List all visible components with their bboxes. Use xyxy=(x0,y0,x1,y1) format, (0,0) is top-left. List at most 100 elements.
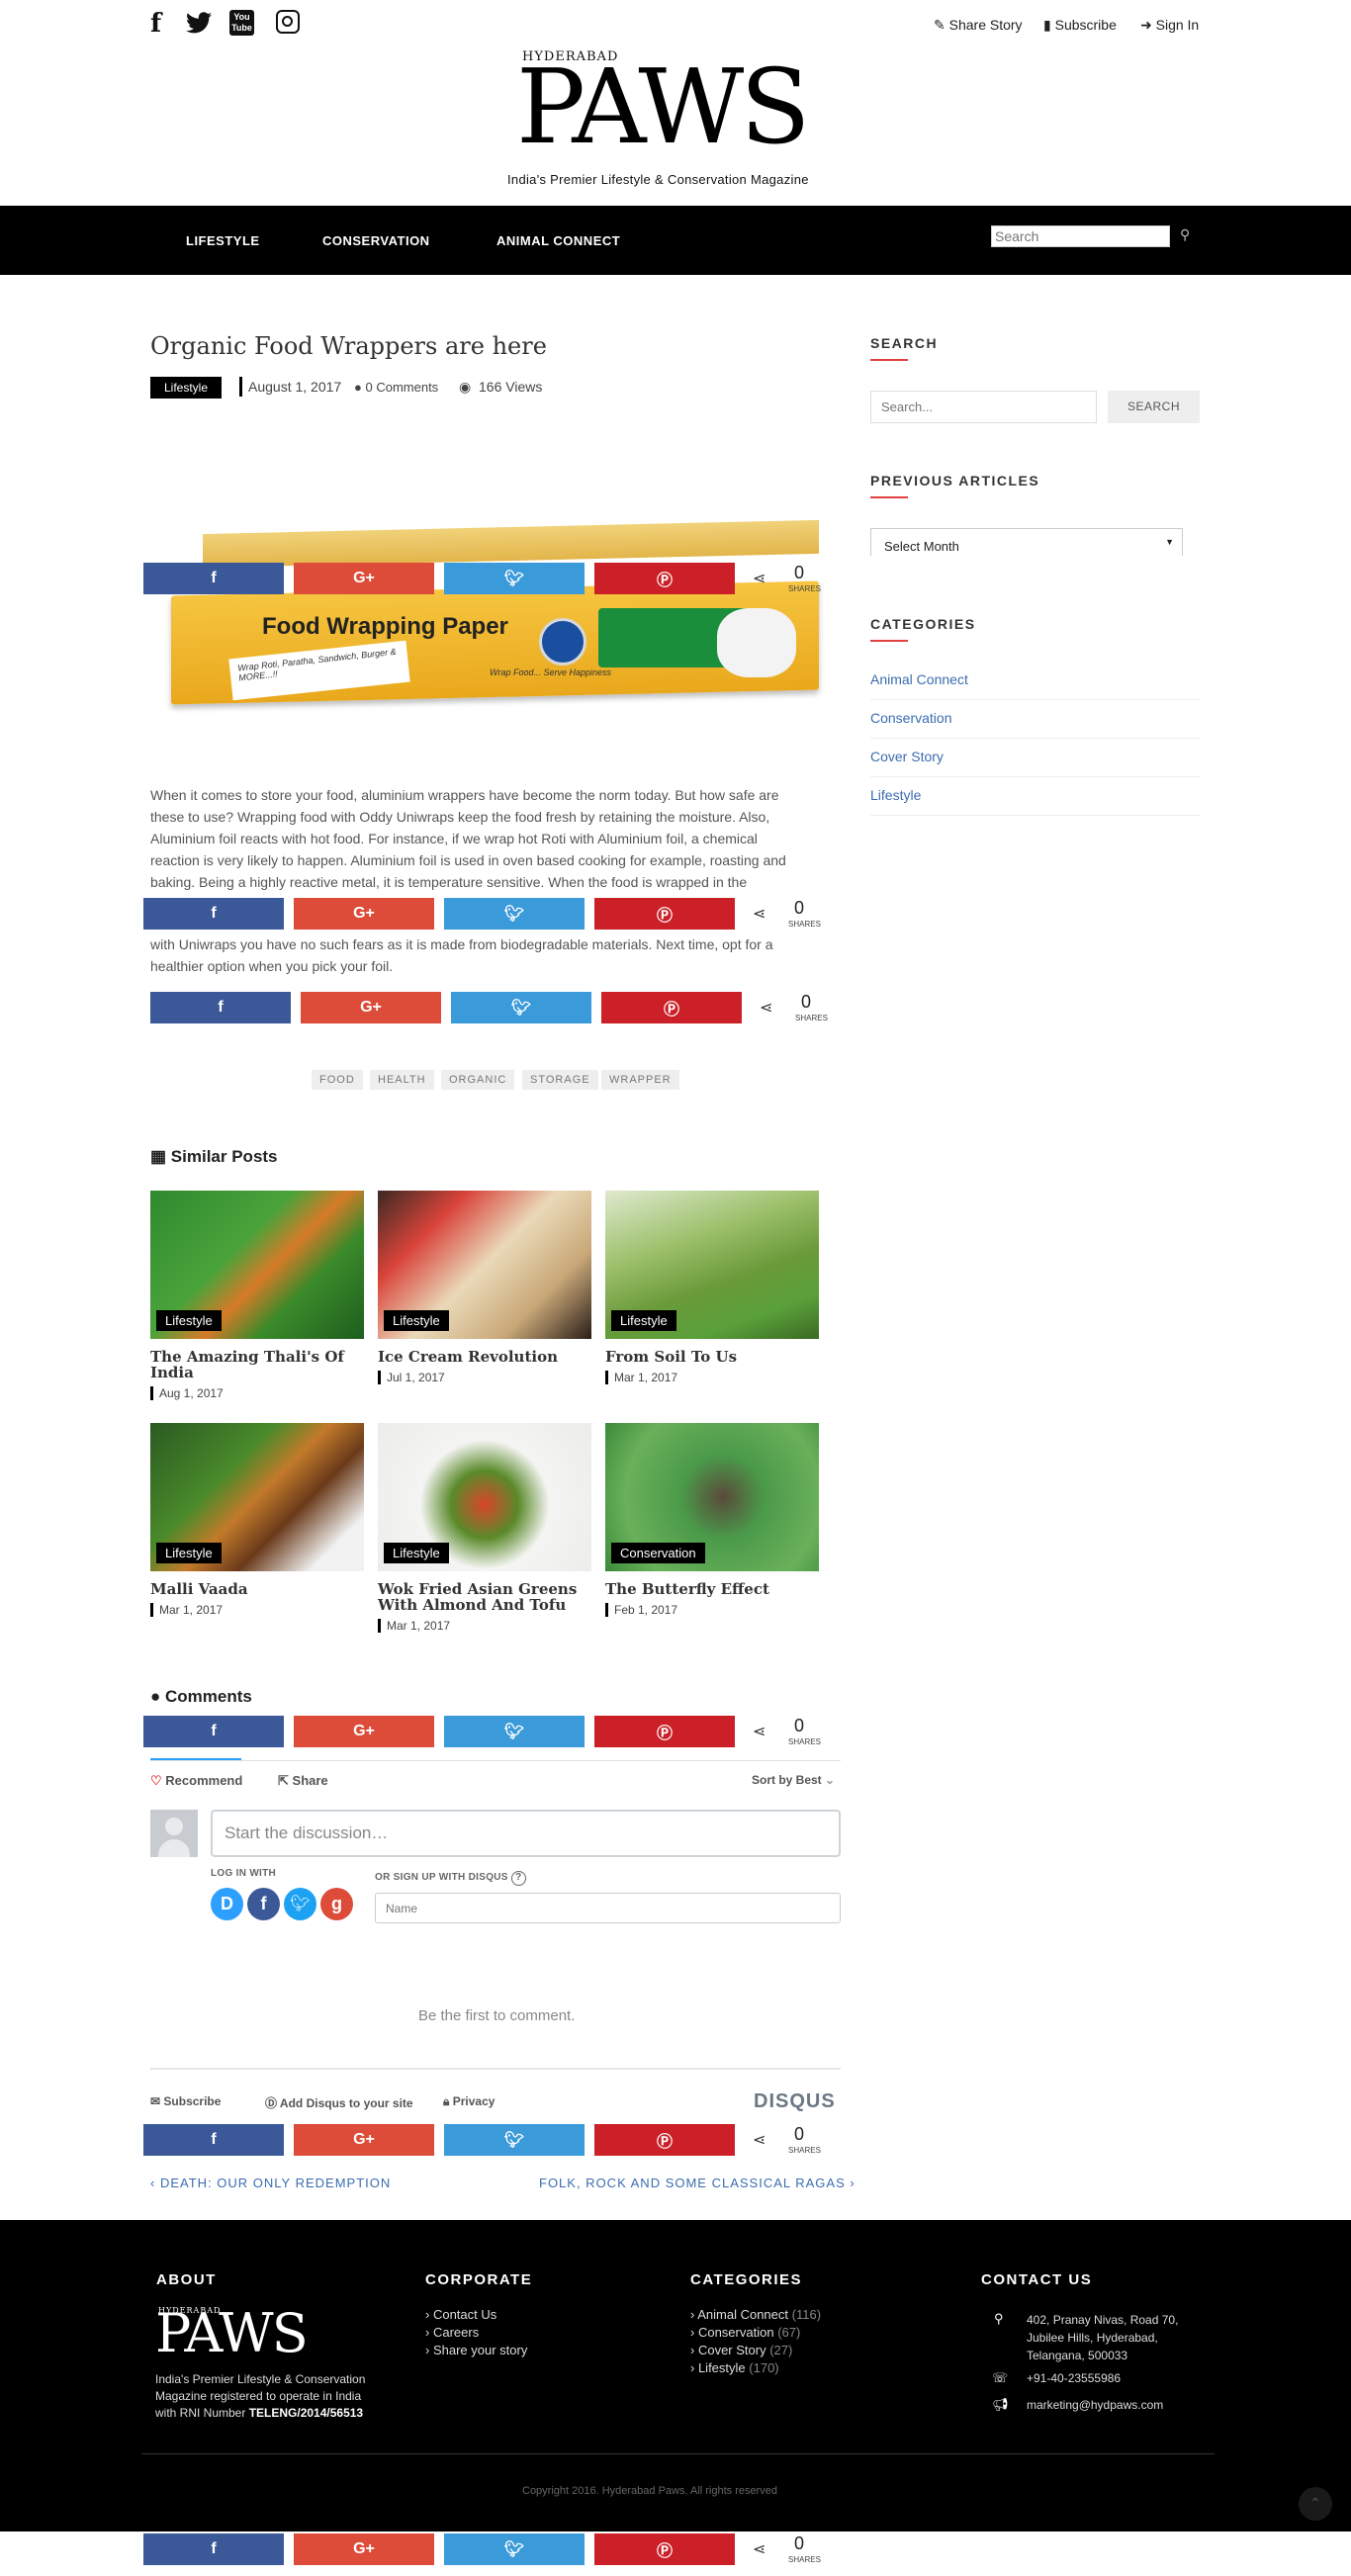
google-plus-share-button[interactable]: G+ xyxy=(294,898,434,930)
sidebar-category-cover-story[interactable]: Cover Story xyxy=(870,749,1201,777)
footer-link-careers[interactable]: › Careers xyxy=(425,2325,479,2340)
sidebar-category-lifestyle[interactable]: Lifestyle xyxy=(870,787,1201,816)
post-thumbnail[interactable]: Lifestyle xyxy=(378,1191,591,1339)
footer-category-animal-connect[interactable]: › Animal Connect (116) xyxy=(690,2307,821,2322)
facebook-login-icon[interactable]: f xyxy=(247,1888,280,1920)
sidebar-search-button[interactable]: SEARCH xyxy=(1108,391,1200,423)
post-title[interactable]: Malli Vaada xyxy=(150,1581,364,1597)
twitter-share-button[interactable]: 🐦︎ xyxy=(444,1716,585,1747)
twitter-share-button[interactable]: 🐦︎ xyxy=(444,2124,585,2156)
name-input[interactable] xyxy=(375,1893,841,1923)
privacy-link[interactable]: 🔒︎ Privacy xyxy=(443,2094,495,2109)
pinterest-share-button[interactable]: Ⓟ xyxy=(594,2124,735,2156)
google-plus-share-button[interactable]: G+ xyxy=(294,2124,434,2156)
post-category[interactable]: Conservation xyxy=(611,1543,705,1563)
facebook-share-button[interactable]: f xyxy=(143,2533,284,2565)
post-category[interactable]: Lifestyle xyxy=(384,1543,449,1563)
sidebar-search-input[interactable] xyxy=(870,391,1097,423)
similar-post[interactable]: Lifestyle Ice Cream Revolution Jul 1, 20… xyxy=(378,1191,591,1384)
footer-link-contact[interactable]: › Contact Us xyxy=(425,2307,496,2322)
similar-post[interactable]: Lifestyle Malli Vaada Mar 1, 2017 xyxy=(150,1423,364,1617)
footer-logo[interactable]: PAWS xyxy=(155,2302,309,2365)
facebook-share-button[interactable]: f xyxy=(143,2124,284,2156)
sidebar-category-animal-connect[interactable]: Animal Connect xyxy=(870,671,1201,700)
pinterest-share-button[interactable]: Ⓟ xyxy=(594,2533,735,2565)
google-plus-share-button[interactable]: G+ xyxy=(294,2533,434,2565)
sign-in-link[interactable]: ➜ Sign In xyxy=(1140,17,1199,34)
search-icon[interactable]: ⚲ xyxy=(1180,226,1190,243)
similar-post[interactable]: Conservation The Butterfly Effect Feb 1,… xyxy=(605,1423,819,1617)
footer-link-share-story[interactable]: › Share your story xyxy=(425,2343,527,2357)
google-plus-share-button[interactable]: G+ xyxy=(301,992,441,1023)
month-select[interactable]: Select Month ▼ xyxy=(870,528,1183,556)
sort-dropdown[interactable]: Sort by Best ⌄ xyxy=(752,1773,835,1787)
tag-wrapper[interactable]: WRAPPER xyxy=(601,1070,679,1090)
facebook-share-button[interactable]: f xyxy=(143,1716,284,1747)
similar-post[interactable]: Lifestyle The Amazing Thali's Of India A… xyxy=(150,1191,364,1400)
help-icon[interactable]: ? xyxy=(510,1871,526,1886)
tag-food[interactable]: FOOD xyxy=(312,1070,363,1090)
post-thumbnail[interactable]: Lifestyle xyxy=(378,1423,591,1571)
share-story-link[interactable]: ✎ Share Story xyxy=(934,17,1023,34)
post-category[interactable]: Lifestyle xyxy=(156,1543,222,1563)
logo[interactable]: PAWS xyxy=(516,47,810,166)
post-title[interactable]: The Amazing Thali's Of India xyxy=(150,1349,364,1380)
article-comments[interactable]: ● 0 Comments xyxy=(354,380,438,395)
nav-animal-connect[interactable]: ANIMAL CONNECT xyxy=(496,233,620,248)
similar-post[interactable]: Lifestyle Wok Fried Asian Greens With Al… xyxy=(378,1423,591,1633)
post-category[interactable]: Lifestyle xyxy=(156,1310,222,1331)
disqus-logo[interactable]: DISQUS xyxy=(754,2090,836,2113)
post-title[interactable]: Ice Cream Revolution xyxy=(378,1349,591,1365)
add-disqus-link[interactable]: Ⓓ Add Disqus to your site xyxy=(265,2094,413,2111)
recommend-button[interactable]: ♡ Recommend xyxy=(150,1773,242,1789)
footer-category-cover-story[interactable]: › Cover Story (27) xyxy=(690,2343,792,2357)
article-category-badge[interactable]: Lifestyle xyxy=(150,377,223,399)
sidebar-category-conservation[interactable]: Conservation xyxy=(870,710,1201,739)
google-plus-share-button[interactable]: G+ xyxy=(294,563,434,594)
instagram-icon[interactable] xyxy=(276,10,300,34)
post-thumbnail[interactable]: Lifestyle xyxy=(150,1423,364,1571)
pinterest-share-button[interactable]: Ⓟ xyxy=(594,1716,735,1747)
post-category[interactable]: Lifestyle xyxy=(384,1310,449,1331)
google-login-icon[interactable]: g xyxy=(320,1888,353,1920)
post-thumbnail[interactable]: Lifestyle xyxy=(150,1191,364,1339)
disqus-share-button[interactable]: ⇱ Share xyxy=(278,1773,328,1789)
pinterest-share-button[interactable]: Ⓟ xyxy=(594,898,735,930)
similar-post[interactable]: Lifestyle From Soil To Us Mar 1, 2017 xyxy=(605,1191,819,1384)
google-plus-share-button[interactable]: G+ xyxy=(294,1716,434,1747)
footer-category-conservation[interactable]: › Conservation (67) xyxy=(690,2325,800,2340)
nav-conservation[interactable]: CONSERVATION xyxy=(322,233,430,248)
disqus-login-icon[interactable]: D xyxy=(211,1888,243,1920)
comment-input[interactable]: Start the discussion… xyxy=(211,1810,841,1857)
youtube-icon[interactable]: You Tube xyxy=(229,10,254,36)
tag-organic[interactable]: ORGANIC xyxy=(441,1070,515,1090)
disqus-subscribe-link[interactable]: ✉ Subscribe xyxy=(150,2094,221,2108)
facebook-share-button[interactable]: f xyxy=(143,563,284,594)
footer-category-lifestyle[interactable]: › Lifestyle (170) xyxy=(690,2360,779,2375)
post-title[interactable]: Wok Fried Asian Greens With Almond And T… xyxy=(378,1581,591,1613)
twitter-icon[interactable] xyxy=(186,12,212,34)
twitter-share-button[interactable]: 🐦︎ xyxy=(444,563,585,594)
post-category[interactable]: Lifestyle xyxy=(611,1310,676,1331)
footer-email[interactable]: marketing@hydpaws.com xyxy=(1027,2398,1163,2412)
nav-search-input[interactable] xyxy=(991,225,1170,247)
tag-health[interactable]: HEALTH xyxy=(370,1070,434,1090)
twitter-share-button[interactable]: 🐦︎ xyxy=(444,2533,585,2565)
tag-storage[interactable]: STORAGE xyxy=(522,1070,598,1090)
previous-post-link[interactable]: ‹ DEATH: OUR ONLY REDEMPTION xyxy=(150,2176,391,2190)
nav-lifestyle[interactable]: LIFESTYLE xyxy=(186,233,260,248)
subscribe-link[interactable]: ▮ Subscribe xyxy=(1043,17,1117,34)
post-thumbnail[interactable]: Conservation xyxy=(605,1423,819,1571)
facebook-icon[interactable]: f xyxy=(150,9,161,39)
twitter-share-button[interactable]: 🐦︎ xyxy=(444,898,585,930)
pinterest-share-button[interactable]: Ⓟ xyxy=(601,992,742,1023)
facebook-share-button[interactable]: f xyxy=(150,992,291,1023)
back-to-top-button[interactable]: ⌃ xyxy=(1299,2487,1332,2521)
next-post-link[interactable]: FOLK, ROCK AND SOME CLASSICAL RAGAS › xyxy=(539,2176,856,2190)
twitter-share-button[interactable]: 🐦︎ xyxy=(451,992,591,1023)
post-title[interactable]: From Soil To Us xyxy=(605,1349,819,1365)
pinterest-share-button[interactable]: Ⓟ xyxy=(594,563,735,594)
facebook-share-button[interactable]: f xyxy=(143,898,284,930)
post-thumbnail[interactable]: Lifestyle xyxy=(605,1191,819,1339)
twitter-login-icon[interactable]: 🐦︎ xyxy=(284,1888,316,1920)
